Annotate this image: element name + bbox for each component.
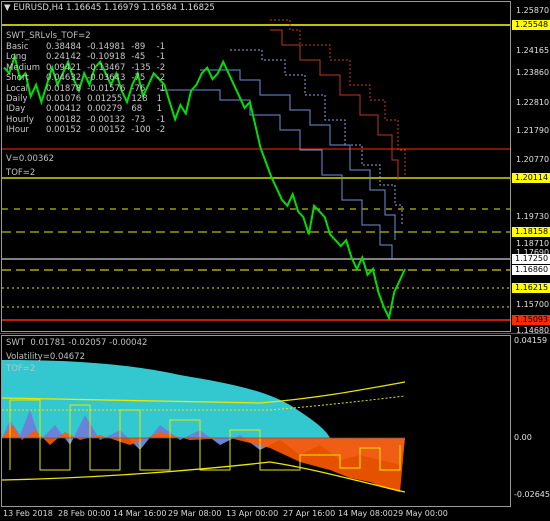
levels-cell-v3: -73 — [131, 114, 146, 125]
time-axis-label: 29 May 00:00 — [393, 509, 448, 518]
levels-cell-v3: -76 — [131, 83, 146, 94]
levels-cell-v2: -0.13467 — [87, 62, 126, 73]
blue-solid-channel-2 — [160, 89, 393, 260]
time-axis-label: 14 Mar 16:00 — [113, 509, 167, 518]
levels-cell-v4: -1 — [156, 83, 166, 94]
price-axis-label: 1.14680 — [516, 326, 550, 335]
levels-cell-v2: -0.03643 — [87, 73, 126, 84]
price-tag: 1.25548 — [512, 20, 550, 30]
levels-cell-name: Local — [6, 83, 29, 94]
price-axis-label: 1.15700 — [516, 300, 550, 309]
levels-cell-v4: -2 — [156, 62, 166, 73]
levels-cell-v2: 0.01255 — [87, 94, 123, 105]
levels-table-row: Long 0.24142 -0.10918 -45 -1 — [6, 52, 171, 62]
dropdown-triangle-icon[interactable]: ▼ — [4, 3, 11, 13]
levels-cell-v3: -75 — [131, 73, 146, 84]
levels-cell-v3: -89 — [131, 42, 146, 52]
price-axis-label: 1.23860 — [516, 68, 550, 77]
sub-axis-label-bottom: -0.02645 — [514, 490, 550, 499]
time-axis-label: 13 Feb 2018 — [3, 509, 53, 518]
sub-panel-volatility: Volatility=0.04672 — [6, 352, 85, 362]
blue-solid-channel-1 — [200, 69, 396, 240]
price-tag: 1.15093 — [512, 315, 550, 325]
levels-cell-v2: -0.10918 — [87, 52, 126, 63]
levels-cell-v3: -135 — [131, 62, 151, 73]
sub-panel-tof: TOF=2 — [6, 364, 36, 374]
levels-table-row: Short 0.04632 -0.03643 -75 -2 — [6, 73, 171, 83]
tof-line: TOF=2 — [6, 168, 36, 178]
stop-channels — [160, 19, 406, 260]
sub-panel-title: SWT 0.01781 -0.02057 -0.00042 — [6, 338, 148, 348]
levels-cell-v2: -0.00152 — [87, 125, 126, 136]
levels-cell-v1: 0.04632 — [46, 73, 82, 84]
levels-cell-v1: 0.09421 — [46, 62, 82, 73]
levels-cell-v2: 0.00279 — [87, 104, 123, 115]
levels-cell-name: Medium — [6, 62, 40, 73]
symbol-line: EURUSD,H4 1.16645 1.16979 1.16584 1.1682… — [13, 3, 215, 13]
levels-cell-v4: -2 — [156, 125, 166, 136]
levels-cell-v4: 1 — [156, 104, 163, 115]
levels-cell-v3: 68 — [131, 104, 143, 115]
price-tag: 1.16860 — [512, 265, 550, 275]
symbol-header: ▼ EURUSD,H4 1.16645 1.16979 1.16584 1.16… — [4, 3, 215, 13]
price-axis-label: 1.25870 — [516, 6, 550, 15]
v-line: V=0.00362 — [6, 154, 55, 164]
indicator-title: SWT_SRLvls_TOF=2 — [6, 31, 91, 41]
levels-cell-v1: 0.01076 — [46, 94, 82, 105]
sub-window — [1, 360, 406, 493]
levels-table-row: Daily 0.01076 0.01255 128 1 — [6, 94, 171, 104]
levels-cell-v2: -0.01576 — [87, 83, 126, 94]
price-axis-label: 1.18710 — [516, 239, 550, 248]
price-axis-label: 1.20770 — [516, 155, 550, 164]
price-axis-label: 1.19730 — [516, 212, 550, 221]
levels-cell-name: IDay — [6, 104, 26, 115]
levels-cell-v4: 1 — [156, 94, 163, 105]
levels-cell-v4: -1 — [156, 114, 166, 125]
levels-cell-v4: -1 — [156, 42, 166, 52]
levels-cell-v4: -2 — [156, 73, 166, 84]
time-axis-label: 27 Apr 16:00 — [283, 509, 336, 518]
price-axis-label: 1.24165 — [516, 46, 550, 55]
levels-table: Basic 0.38484 -0.14981 -89 -1 Long 0.24142 -0.1… — [6, 42, 171, 136]
levels-cell-name: Short — [6, 73, 29, 84]
levels-table-row: IHour 0.00152 -0.00152 -100 -2 — [6, 125, 171, 135]
levels-cell-name: Hourly — [6, 114, 34, 125]
price-tag: 1.18158 — [512, 227, 550, 237]
price-axis-label: 1.22810 — [516, 98, 550, 107]
levels-cell-v4: -1 — [156, 52, 166, 63]
levels-cell-v1: 0.24142 — [46, 52, 82, 63]
time-axis-label: 28 Feb 00:00 — [58, 509, 111, 518]
levels-table-row: Local 0.01878 -0.01576 -76 -1 — [6, 84, 171, 94]
levels-cell-v1: 0.00182 — [46, 114, 82, 125]
price-axis-label: 1.21790 — [516, 126, 550, 135]
levels-cell-v2: -0.00132 — [87, 114, 126, 125]
red-solid-channel — [270, 29, 399, 180]
levels-table-row: Medium 0.09421 -0.13467 -135 -2 — [6, 63, 171, 73]
levels-table-row: Basic 0.38484 -0.14981 -89 -1 — [6, 42, 171, 52]
blue-dotted-channel — [230, 49, 403, 225]
price-tag: 1.20114 — [512, 173, 550, 183]
levels-cell-v1: 0.01878 — [46, 83, 82, 94]
levels-cell-v3: 128 — [131, 94, 148, 105]
time-axis-label: 29 Mar 08:00 — [168, 509, 222, 518]
levels-cell-name: Basic — [6, 42, 29, 52]
levels-cell-v3: -45 — [131, 52, 146, 63]
sub-axis-label-zero: 0.00 — [514, 433, 532, 442]
levels-cell-name: Long — [6, 52, 27, 63]
levels-cell-v1: 0.38484 — [46, 42, 82, 52]
time-axis-label: 13 Apr 00:00 — [226, 509, 279, 518]
time-axis-label: 14 May 08:00 — [338, 509, 393, 518]
levels-cell-v1: 0.00152 — [46, 125, 82, 136]
levels-cell-v3: -100 — [131, 125, 151, 136]
levels-cell-name: IHour — [6, 125, 29, 136]
levels-cell-v2: -0.14981 — [87, 42, 126, 52]
levels-table-row: IDay 0.00412 0.00279 68 1 — [6, 104, 171, 114]
price-tag: 1.16215 — [512, 283, 550, 293]
levels-cell-name: Daily — [6, 94, 28, 105]
price-tag: 1.17250 — [512, 254, 550, 264]
levels-cell-v1: 0.00412 — [46, 104, 82, 115]
sub-axis-label-top: 0.04159 — [514, 336, 548, 345]
levels-table-row: Hourly 0.00182 -0.00132 -73 -1 — [6, 115, 171, 125]
